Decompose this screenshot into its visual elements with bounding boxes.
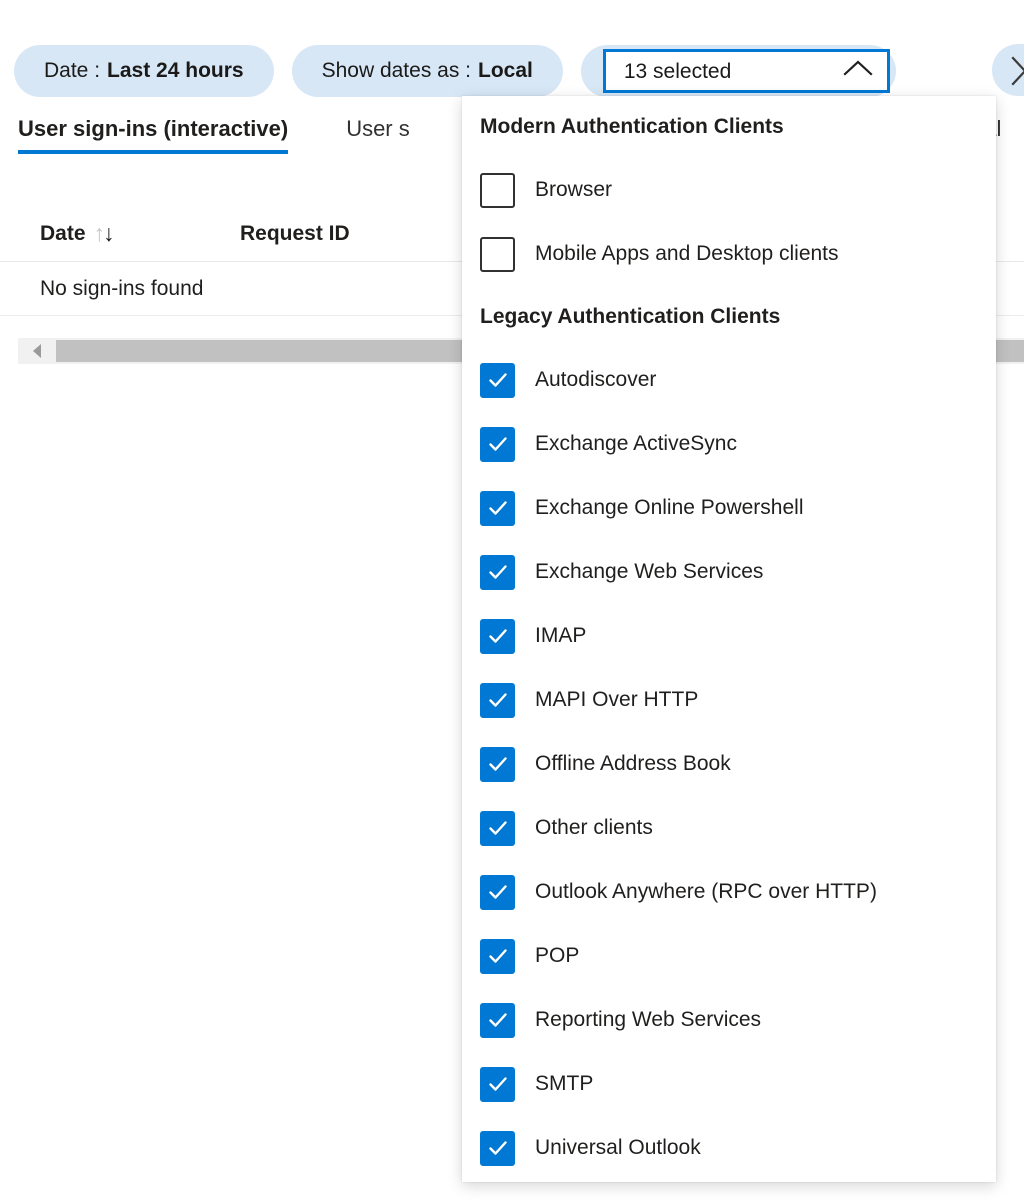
checkbox-checked-icon[interactable]: [480, 875, 515, 910]
dropdown-option-label: Exchange ActiveSync: [535, 432, 737, 456]
sort-toggle[interactable]: ↑ ↓: [94, 222, 115, 245]
tab-label: User s: [346, 116, 410, 141]
checkbox-checked-icon[interactable]: [480, 363, 515, 398]
checkbox-checked-icon[interactable]: [480, 747, 515, 782]
dropdown-option-exchange-web-services[interactable]: Exchange Web Services: [462, 540, 996, 604]
dropdown-option-label: Autodiscover: [535, 368, 656, 392]
dropdown-option-label: Exchange Web Services: [535, 560, 763, 584]
checkbox-checked-icon[interactable]: [480, 1131, 515, 1166]
date-filter-value: Last 24 hours: [107, 59, 244, 83]
dropdown-option-label: Browser: [535, 178, 612, 202]
show-dates-as-pill[interactable]: Show dates as : Local: [292, 45, 563, 97]
dropdown-option-universal-outlook[interactable]: Universal Outlook: [462, 1116, 996, 1180]
checkbox-checked-icon[interactable]: [480, 683, 515, 718]
dropdown-option-label: Outlook Anywhere (RPC over HTTP): [535, 880, 877, 904]
date-filter-label: Date :: [44, 59, 100, 83]
dropdown-group-header-legacy: Legacy Authentication Clients: [462, 286, 996, 348]
show-dates-as-value: Local: [478, 59, 533, 83]
checkbox-checked-icon[interactable]: [480, 1003, 515, 1038]
column-header-date[interactable]: Date ↑ ↓: [40, 222, 240, 246]
chevron-up-icon[interactable]: [843, 59, 873, 83]
dropdown-group-header-modern: Modern Authentication Clients: [462, 96, 996, 158]
checkbox-checked-icon[interactable]: [480, 427, 515, 462]
dropdown-option-mapi-over-http[interactable]: MAPI Over HTTP: [462, 668, 996, 732]
client-app-combobox[interactable]: 13 selected: [603, 49, 890, 93]
tab-label: User sign-ins (interactive): [18, 116, 288, 141]
dropdown-option-mobile-apps-and-desktop-clients[interactable]: Mobile Apps and Desktop clients: [462, 222, 996, 286]
dropdown-option-other-clients[interactable]: Other clients: [462, 796, 996, 860]
dropdown-option-label: Mobile Apps and Desktop clients: [535, 242, 839, 266]
dropdown-option-label: MAPI Over HTTP: [535, 688, 698, 712]
caret-left-icon[interactable]: [18, 338, 56, 364]
empty-state-message: No sign-ins found: [40, 277, 203, 301]
column-header-date-label: Date: [40, 222, 86, 246]
date-filter-pill[interactable]: Date : Last 24 hours: [14, 45, 274, 97]
checkbox-checked-icon[interactable]: [480, 939, 515, 974]
tab-user-sign-ins-interactive[interactable]: User sign-ins (interactive): [18, 112, 288, 154]
tab-user-sign-ins-non-interactive[interactable]: User s: [346, 112, 410, 154]
chevron-right-icon[interactable]: [1004, 56, 1024, 86]
checkbox-checked-icon[interactable]: [480, 1067, 515, 1102]
sort-descending-icon: ↓: [103, 222, 115, 245]
checkbox-unchecked-icon[interactable]: [480, 173, 515, 208]
checkbox-checked-icon[interactable]: [480, 491, 515, 526]
dropdown-option-imap[interactable]: IMAP: [462, 604, 996, 668]
dropdown-option-label: SMTP: [535, 1072, 593, 1096]
dropdown-option-reporting-web-services[interactable]: Reporting Web Services: [462, 988, 996, 1052]
dropdown-option-offline-address-book[interactable]: Offline Address Book: [462, 732, 996, 796]
client-app-filter-pill[interactable]: 13 selected: [581, 45, 896, 97]
dropdown-option-label: Other clients: [535, 816, 653, 840]
dropdown-option-label: Offline Address Book: [535, 752, 731, 776]
client-app-combobox-value: 13 selected: [624, 61, 731, 82]
checkbox-checked-icon[interactable]: [480, 811, 515, 846]
checkbox-checked-icon[interactable]: [480, 619, 515, 654]
dropdown-option-label: Reporting Web Services: [535, 1008, 761, 1032]
checkbox-unchecked-icon[interactable]: [480, 237, 515, 272]
dropdown-option-exchange-online-powershell[interactable]: Exchange Online Powershell: [462, 476, 996, 540]
client-app-dropdown-panel: Modern Authentication Clients Browser Mo…: [462, 96, 996, 1182]
dropdown-option-label: IMAP: [535, 624, 586, 648]
filter-bar: Date : Last 24 hours Show dates as : Loc…: [0, 44, 1024, 98]
dropdown-option-browser[interactable]: Browser: [462, 158, 996, 222]
checkbox-checked-icon[interactable]: [480, 555, 515, 590]
dropdown-option-exchange-activesync[interactable]: Exchange ActiveSync: [462, 412, 996, 476]
dropdown-option-autodiscover[interactable]: Autodiscover: [462, 348, 996, 412]
dropdown-option-label: POP: [535, 944, 579, 968]
column-header-request-id-label: Request ID: [240, 222, 350, 245]
dropdown-option-outlook-anywhere[interactable]: Outlook Anywhere (RPC over HTTP): [462, 860, 996, 924]
show-dates-as-label: Show dates as :: [322, 59, 471, 83]
dropdown-option-smtp[interactable]: SMTP: [462, 1052, 996, 1116]
dropdown-option-label: Exchange Online Powershell: [535, 496, 804, 520]
dropdown-option-label: Universal Outlook: [535, 1136, 701, 1160]
dropdown-option-pop[interactable]: POP: [462, 924, 996, 988]
